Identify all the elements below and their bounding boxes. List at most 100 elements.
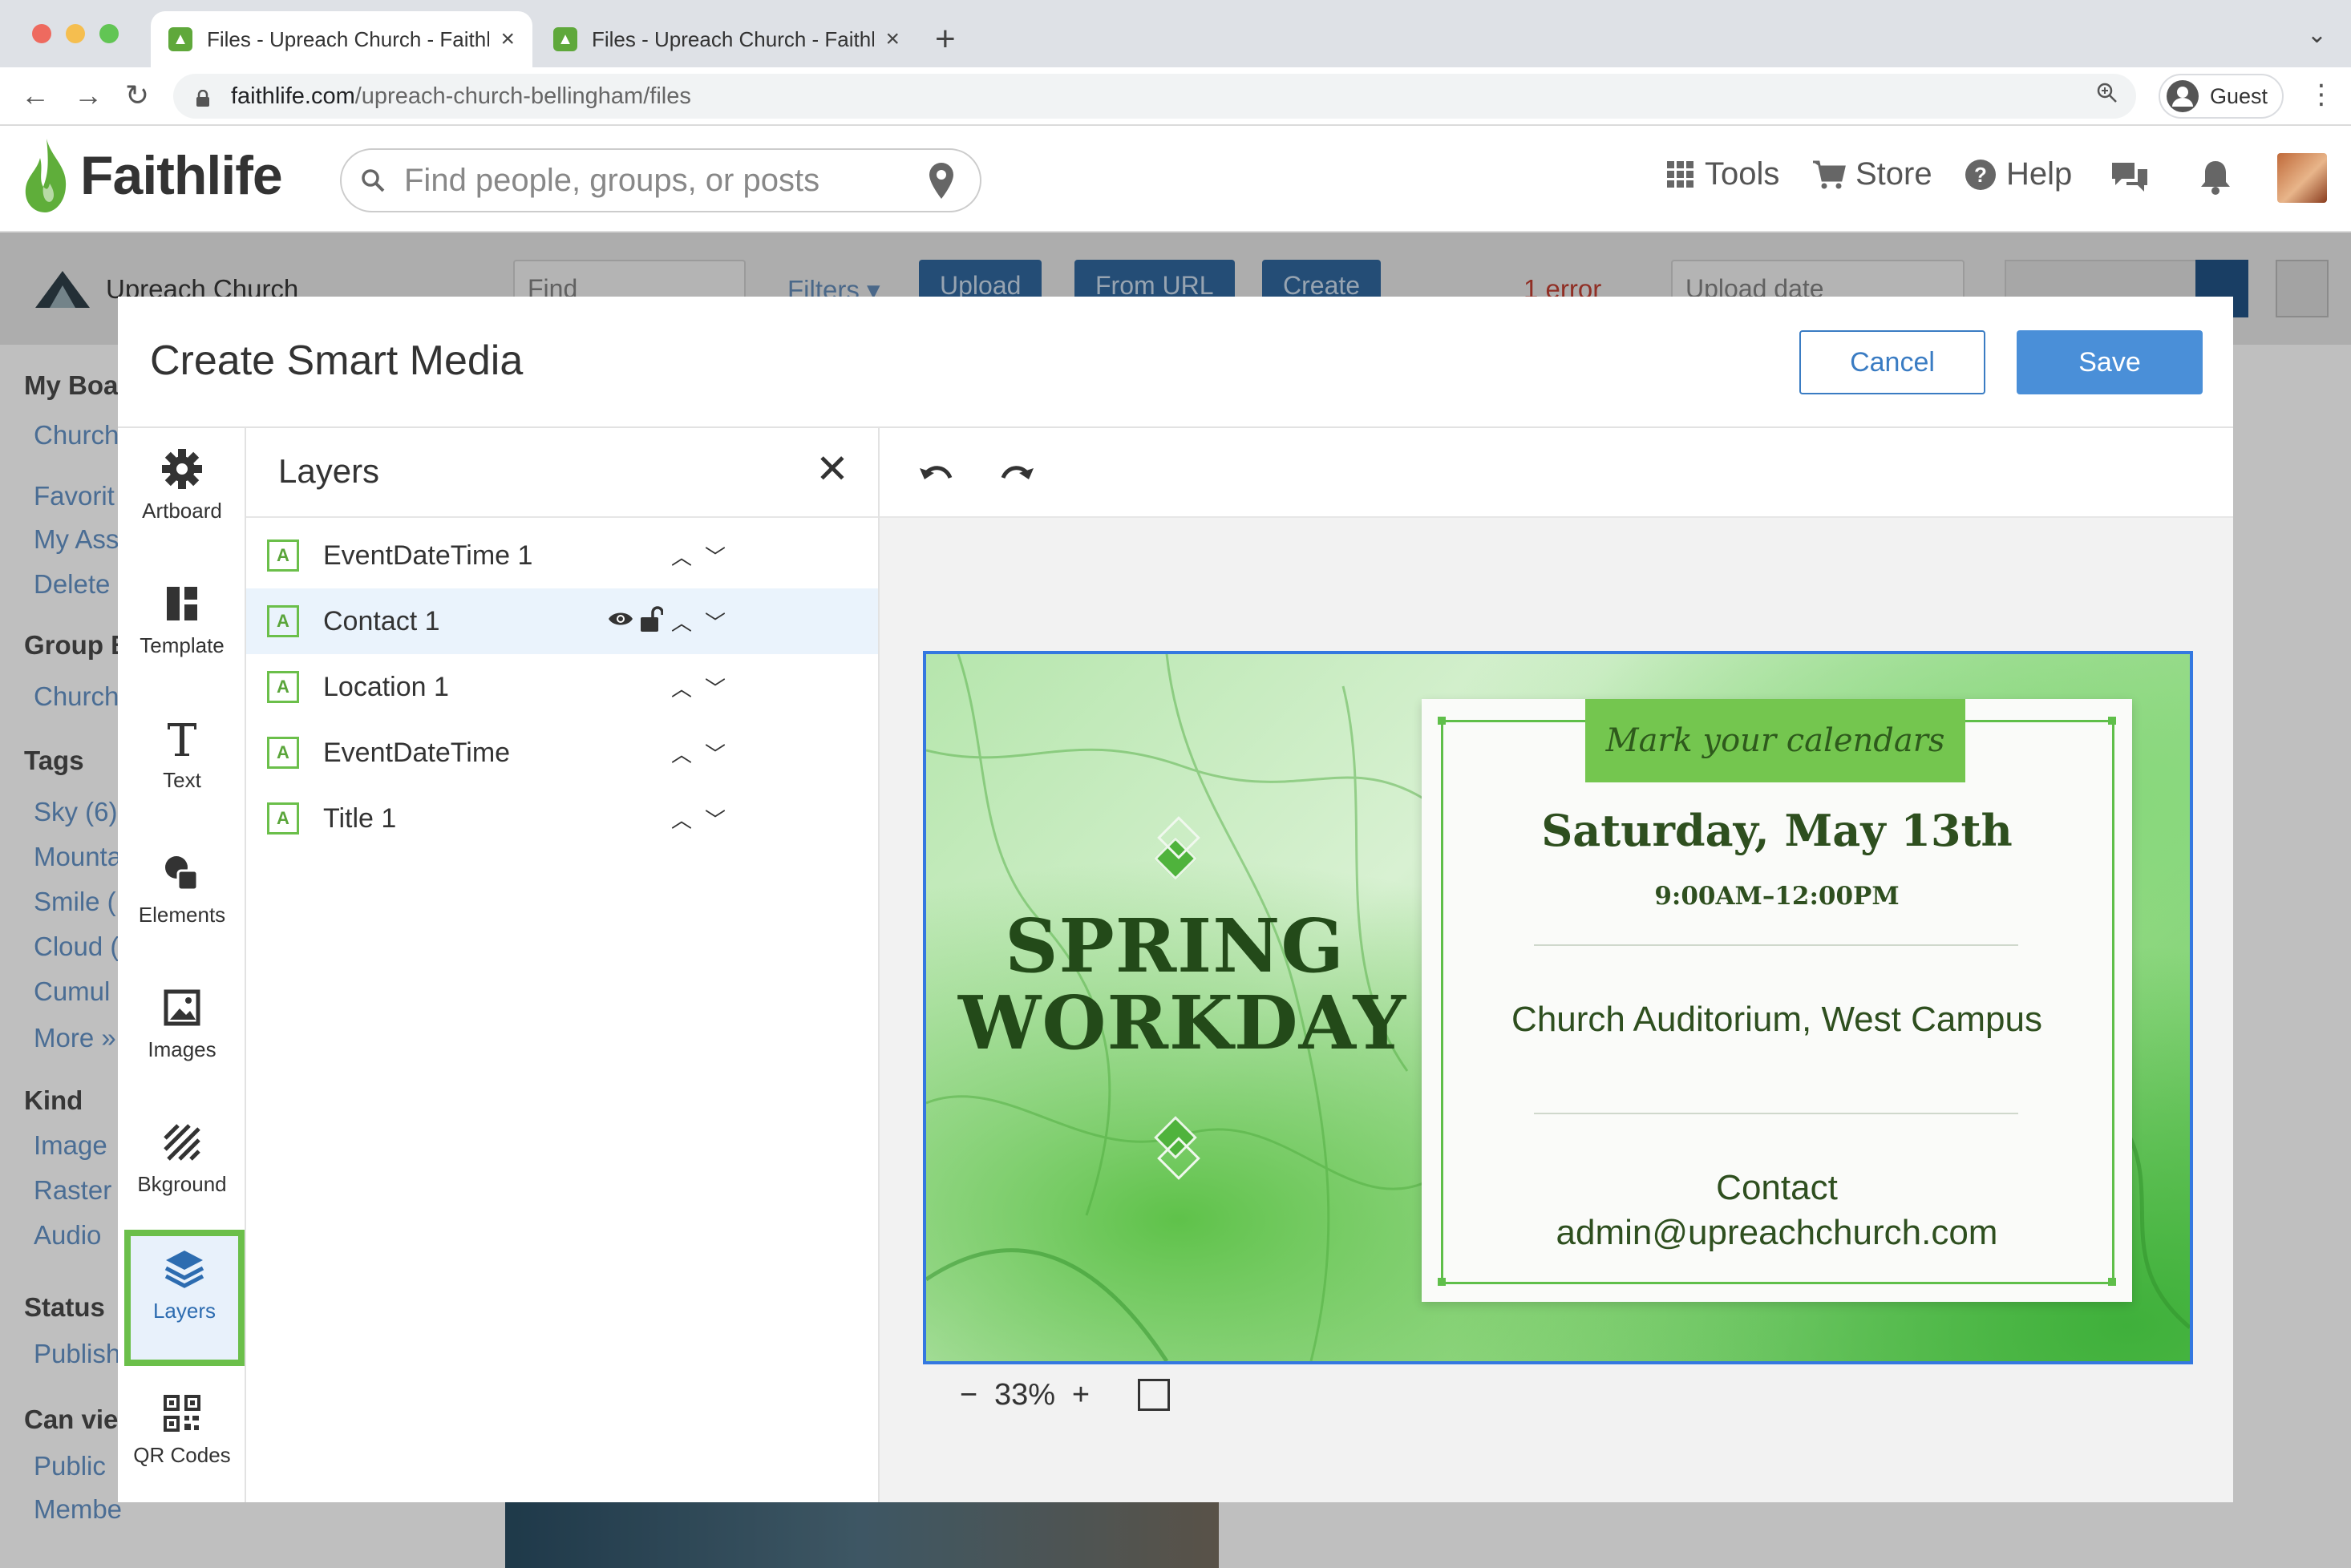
faithlife-logo[interactable]: Faithlife xyxy=(22,137,283,214)
maximize-window-button[interactable] xyxy=(99,24,119,43)
browser-tab-2[interactable]: ▲ Files - Upreach Church - Faithl × xyxy=(536,11,917,67)
unlocked-icon[interactable] xyxy=(639,606,663,633)
undo-icon[interactable] xyxy=(918,460,955,487)
layer-name: EventDateTime xyxy=(323,737,511,768)
user-avatar[interactable] xyxy=(2277,153,2327,203)
zoom-in-button[interactable]: + xyxy=(1061,1378,1101,1412)
minimize-window-button[interactable] xyxy=(66,24,85,43)
image-icon xyxy=(164,989,200,1026)
close-tab-icon[interactable]: × xyxy=(885,26,900,53)
text-layer-icon: A xyxy=(267,540,299,572)
text-icon xyxy=(168,723,196,756)
layer-name: Contact 1 xyxy=(323,605,440,636)
profile-button[interactable]: Guest xyxy=(2159,74,2284,119)
tab-title: Files - Upreach Church - Faithl xyxy=(207,26,490,51)
banner-text[interactable]: Mark your calendars xyxy=(1585,699,1965,782)
move-layer-up-icon[interactable]: ︿ xyxy=(671,607,692,636)
move-layer-up-icon[interactable]: ︿ xyxy=(671,804,692,834)
tool-background[interactable]: Bkground xyxy=(126,1101,238,1222)
cancel-button[interactable]: Cancel xyxy=(1799,330,1985,394)
text-layer-icon: A xyxy=(267,671,299,703)
zoom-magnifier-icon[interactable] xyxy=(2096,82,2118,111)
browser-tab-1[interactable]: ▲ Files - Upreach Church - Faithl × xyxy=(151,11,532,67)
visibility-eye-icon[interactable] xyxy=(607,609,634,628)
forward-arrow-icon[interactable]: → xyxy=(74,79,103,112)
move-layer-down-icon[interactable]: ﹀ xyxy=(705,738,726,768)
location-pin-icon[interactable] xyxy=(927,161,956,201)
headline[interactable]: SPRING WORKDAY xyxy=(958,907,1407,1066)
reload-icon[interactable]: ↻ xyxy=(125,79,149,112)
tool-template[interactable]: Template xyxy=(126,563,238,683)
divider xyxy=(1534,944,2018,946)
move-layer-down-icon[interactable]: ﹀ xyxy=(705,541,726,571)
tool-elements[interactable]: Elements xyxy=(126,832,238,952)
fit-to-screen-icon[interactable] xyxy=(1138,1379,1170,1411)
tool-qr-codes[interactable]: QR Codes xyxy=(126,1372,238,1493)
event-date[interactable]: Saturday, May 13th xyxy=(1422,805,2132,856)
store-menu[interactable]: Store xyxy=(1812,156,1932,192)
contact-block[interactable]: Contact admin@upreachchurch.com xyxy=(1454,1166,2100,1255)
move-layer-up-icon[interactable]: ︿ xyxy=(671,738,692,768)
layer-row[interactable]: A EventDateTime 1 ︿ ﹀ xyxy=(246,523,878,588)
layer-name: Location 1 xyxy=(323,671,449,702)
layer-row[interactable]: A EventDateTime ︿ ﹀ xyxy=(246,720,878,786)
tool-label: Artboard xyxy=(142,499,222,523)
zoom-out-button[interactable]: − xyxy=(949,1378,989,1412)
contact-email: admin@upreachchurch.com xyxy=(1556,1213,1998,1252)
layer-row[interactable]: A Location 1 ︿ ﹀ xyxy=(246,654,878,720)
layer-name: Title 1 xyxy=(323,802,397,834)
move-layer-down-icon[interactable]: ﹀ xyxy=(705,673,726,702)
headline-line2: WORKDAY xyxy=(958,980,1407,1066)
event-time[interactable]: 9:00AM–12:00PM xyxy=(1422,882,2132,911)
store-label: Store xyxy=(1855,156,1932,192)
move-layer-down-icon[interactable]: ﹀ xyxy=(705,607,726,636)
back-arrow-icon[interactable]: ← xyxy=(21,79,50,112)
artboard[interactable]: SPRING WORKDAY Mark your calendars Satur… xyxy=(923,651,2193,1364)
new-tab-button[interactable]: + xyxy=(935,19,956,59)
modal-header: Create Smart Media Cancel Save xyxy=(118,297,2233,428)
close-window-button[interactable] xyxy=(32,24,51,43)
event-location[interactable]: Church Auditorium, West Campus xyxy=(1486,997,2068,1042)
url-field[interactable]: faithlife.com/upreach-church-bellingham/… xyxy=(173,74,2136,119)
help-icon: ? xyxy=(1965,159,1996,190)
tool-layers[interactable]: Layers xyxy=(124,1230,245,1366)
move-layer-up-icon[interactable]: ︿ xyxy=(671,541,692,571)
profile-label: Guest xyxy=(2210,83,2268,108)
cart-icon xyxy=(1813,160,1846,188)
elements-icon xyxy=(165,856,199,891)
text-layer-icon: A xyxy=(267,605,299,637)
url-host: faithlife.com xyxy=(231,83,355,109)
create-smart-media-modal: Create Smart Media Cancel Save Artboard … xyxy=(118,297,2233,1502)
info-card: Mark your calendars Saturday, May 13th 9… xyxy=(1422,699,2132,1302)
close-tab-icon[interactable]: × xyxy=(500,26,515,53)
text-layer-icon: A xyxy=(267,802,299,835)
move-layer-up-icon[interactable]: ︿ xyxy=(671,673,692,702)
qr-code-icon xyxy=(164,1395,200,1432)
frame-corner xyxy=(2108,1278,2116,1286)
messages-icon[interactable] xyxy=(2110,160,2149,196)
faithlife-favicon-icon: ▲ xyxy=(168,27,192,51)
site-search-input[interactable]: Find people, groups, or posts xyxy=(340,148,981,212)
template-icon xyxy=(167,587,197,620)
help-menu[interactable]: ? Help xyxy=(1965,156,2072,192)
close-layers-icon[interactable]: ✕ xyxy=(815,446,849,492)
redo-icon[interactable] xyxy=(998,460,1035,487)
tab-search-chevron-icon[interactable]: ⌄ xyxy=(2307,21,2327,49)
search-icon xyxy=(362,169,385,192)
save-button[interactable]: Save xyxy=(2017,330,2203,394)
tools-label: Tools xyxy=(1705,156,1780,192)
tool-text[interactable]: Text xyxy=(126,697,238,818)
tool-images[interactable]: Images xyxy=(126,967,238,1087)
tool-artboard[interactable]: Artboard xyxy=(126,428,238,548)
layer-row[interactable]: A Contact 1 ︿ ﹀ xyxy=(246,588,878,654)
layer-row[interactable]: A Title 1 ︿ ﹀ xyxy=(246,786,878,851)
guest-avatar-icon xyxy=(2167,80,2199,112)
address-bar-row: ← → ↻ faithlife.com/upreach-church-belli… xyxy=(0,67,2351,125)
notifications-bell-icon[interactable] xyxy=(2199,158,2232,196)
frame-corner xyxy=(1438,717,1446,725)
gear-icon xyxy=(162,449,202,489)
browser-menu-icon[interactable]: ⋮ xyxy=(2308,79,2335,111)
tools-menu[interactable]: Tools xyxy=(1666,156,1779,192)
contact-label: Contact xyxy=(1716,1168,1838,1207)
move-layer-down-icon[interactable]: ﹀ xyxy=(705,804,726,834)
